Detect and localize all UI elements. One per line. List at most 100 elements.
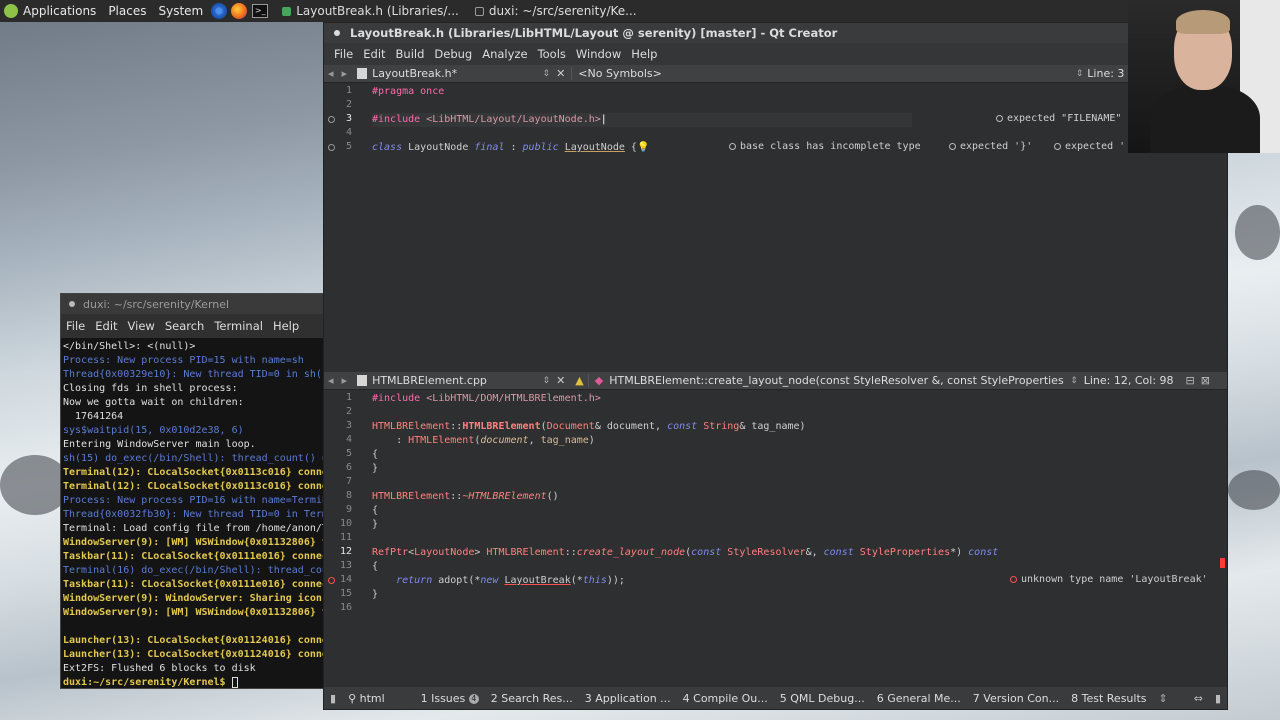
terminal-line: Thread{0x0032fb30}: New thread TID=0 in … <box>63 509 329 520</box>
menu-help[interactable]: Help <box>631 47 657 61</box>
line-number: 1 <box>345 392 352 403</box>
terminal-line: Terminal(12): CLocalSocket{0x0113c016} c… <box>63 481 329 492</box>
terminal-menu-terminal[interactable]: Terminal <box>214 319 263 333</box>
bottom-editor-toolbar: ◂ ▸ HTMLBRElement.cpp ⇕ ✕ ▲ ◆ HTMLBRElem… <box>324 372 1227 390</box>
terminal-launcher-icon[interactable]: >_ <box>252 4 269 18</box>
terminal-line: Taskbar(11): CLocalSocket{0x0111e016} co… <box>63 551 329 562</box>
window-menu-icon[interactable] <box>69 301 75 307</box>
terminal-titlebar[interactable]: duxi: ~/src/serenity/Kernel <box>61 294 329 314</box>
more-panes-arrows-icon[interactable]: ⇕ <box>1153 692 1174 705</box>
menu-tools[interactable]: Tools <box>538 47 566 61</box>
terminal-menu-view[interactable]: View <box>128 319 155 333</box>
diagnostic-expected-brace[interactable]: expected '}' <box>949 141 1032 152</box>
terminal-line: Entering WindowServer main loop. <box>63 439 256 450</box>
line-col-indicator[interactable]: Line: 12, Col: 98 <box>1078 374 1174 387</box>
top-panel: Applications Places System >_ LayoutBrea… <box>0 0 1280 22</box>
terminal-line: WindowServer(9): [WM] WSWindow{0x0113280… <box>63 607 329 618</box>
qtcreator-window[interactable]: LayoutBreak.h (Libraries/LibHTML/Layout … <box>323 22 1228 710</box>
menu-build[interactable]: Build <box>396 47 425 61</box>
terminal-menu-search[interactable]: Search <box>165 319 205 333</box>
terminal-menu-edit[interactable]: Edit <box>95 319 117 333</box>
close-split-icon[interactable]: ⊠ <box>1195 374 1210 387</box>
symbols-select[interactable]: ◆ HTMLBRElement::create_layout_node(cons… <box>587 374 1078 387</box>
top-editor-toolbar: ◂ ▸ LayoutBreak.h* ⇕ ✕ <No Symbols> ⇕ Li… <box>324 65 1227 83</box>
chromium-icon[interactable] <box>211 3 228 19</box>
terminal-line: Terminal(12): CLocalSocket{0x0113c016} c… <box>63 467 329 478</box>
menu-analyze[interactable]: Analyze <box>482 47 527 61</box>
firefox-icon[interactable] <box>231 3 248 19</box>
line-number: 16 <box>339 602 352 613</box>
terminal-line: Process: New process PID=15 with name=sh <box>63 355 304 366</box>
terminal-line: Thread{0x00329e10}: New thread TID=0 in … <box>63 369 329 380</box>
forward-arrow-icon[interactable]: ▸ <box>338 374 352 387</box>
terminal-line: Process: New process PID=16 with name=Te… <box>63 495 329 506</box>
code-line: return adopt(*new LayoutBreak(*this)); <box>396 575 625 586</box>
terminal-line: Terminal: Load config file from /home/an… <box>63 523 329 534</box>
pane-application-output[interactable]: 3 Application ... <box>579 692 677 705</box>
maximize-pane-icon[interactable]: ⇔ <box>1188 692 1209 705</box>
terminal-menu-file[interactable]: File <box>66 319 85 333</box>
terminal-line: WindowServer(9): WindowServer: Sharing i… <box>63 593 322 604</box>
terminal-window[interactable]: duxi: ~/src/serenity/Kernel File Edit Vi… <box>60 293 330 689</box>
open-documents-select[interactable]: LayoutBreak.h* ⇕ <box>372 67 550 80</box>
applications-menu[interactable]: Applications <box>0 0 102 22</box>
function-icon: ◆ <box>594 374 604 387</box>
select-arrows-icon: ⇕ <box>1075 68 1084 79</box>
back-arrow-icon[interactable]: ◂ <box>324 67 338 80</box>
line-number-gutter[interactable]: 1 2 3 4 5 6 7 8 9 10 11 12 13 14 15 16 <box>324 390 370 684</box>
pane-general-messages[interactable]: 6 General Me... <box>871 692 967 705</box>
open-documents-select[interactable]: HTMLBRElement.cpp ⇕ <box>372 374 550 387</box>
pane-version-control[interactable]: 7 Version Con... <box>967 692 1065 705</box>
taskbar-item-terminal[interactable]: duxi: ~/src/serenity/Ke... <box>467 0 645 22</box>
error-icon <box>1010 575 1017 583</box>
locator-input[interactable]: ⚲ html <box>342 692 415 705</box>
qtcreator-titlebar[interactable]: LayoutBreak.h (Libraries/LibHTML/Layout … <box>324 23 1227 43</box>
line-number: 3 <box>345 420 352 431</box>
pane-search-results[interactable]: 2 Search Res... <box>485 692 579 705</box>
menu-window[interactable]: Window <box>576 47 621 61</box>
terminal-menu-help[interactable]: Help <box>273 319 299 333</box>
line-number: 2 <box>345 406 352 417</box>
diagnostic-incomplete-type[interactable]: base class has incomplete type <box>729 141 921 152</box>
pane-compile-output[interactable]: 4 Compile Ou... <box>677 692 774 705</box>
diagnostic-expected-filename[interactable]: expected "FILENAME" <box>996 113 1121 124</box>
symbols-select[interactable]: <No Symbols> ⇕ <box>571 67 1083 80</box>
line-number: 1 <box>345 85 352 96</box>
taskbar-item-qtcreator[interactable]: LayoutBreak.h (Libraries/... <box>274 0 467 22</box>
toggle-right-sidebar-icon[interactable]: ▮ <box>1209 692 1227 705</box>
line-number: 11 <box>339 532 352 543</box>
forward-arrow-icon[interactable]: ▸ <box>338 67 352 80</box>
terminal-line: Launcher(13): CLocalSocket{0x01124016} c… <box>63 635 329 646</box>
scrollbar-error-marker[interactable] <box>1220 558 1225 568</box>
person-hair <box>1176 10 1230 34</box>
select-arrows-icon: ⇕ <box>542 375 551 386</box>
line-number-gutter[interactable]: 1 2 3 4 5 <box>324 83 370 372</box>
terminal-output[interactable]: </bin/Shell>: <(null)> Process: New proce… <box>61 338 329 692</box>
qtcreator-menubar: File Edit Build Debug Analyze Tools Wind… <box>324 43 1227 65</box>
pane-issues[interactable]: 1 Issues 4 <box>415 692 485 705</box>
menu-file[interactable]: File <box>334 47 353 61</box>
menu-debug[interactable]: Debug <box>434 47 472 61</box>
places-menu[interactable]: Places <box>102 0 152 22</box>
toggle-sidebar-icon[interactable]: ▮ <box>324 692 342 705</box>
close-document-icon[interactable]: ✕ <box>550 374 571 387</box>
bottom-code-editor[interactable]: 1 2 3 4 5 6 7 8 9 10 11 12 13 14 15 16 #include <LibHTM… <box>324 390 1227 684</box>
window-menu-icon[interactable] <box>334 30 340 36</box>
diagnostic-unknown-type[interactable]: unknown type name 'LayoutBreak' <box>1010 574 1208 585</box>
diagnostic-expected-quote[interactable]: expected ' <box>1054 141 1125 152</box>
terminal-line: Now we gotta wait on children: <box>63 397 244 408</box>
back-arrow-icon[interactable]: ◂ <box>324 374 338 387</box>
code-line: HTMLBRElement::~HTMLBRElement() <box>372 491 559 502</box>
select-arrows-icon: ⇕ <box>1070 375 1078 386</box>
system-menu[interactable]: System <box>152 0 209 22</box>
close-document-icon[interactable]: ✕ <box>550 67 571 80</box>
top-code-editor[interactable]: 1 2 3 4 5 #pragma once #include <LibHTML… <box>324 83 1227 372</box>
split-icon[interactable]: ⊟ <box>1174 374 1195 387</box>
pane-qml-debugger[interactable]: 5 QML Debug... <box>774 692 871 705</box>
warning-icon <box>1054 142 1061 150</box>
error-marker-icon <box>328 577 335 584</box>
pane-test-results[interactable]: 8 Test Results <box>1065 692 1152 705</box>
line-col-indicator[interactable]: Line: 3 <box>1083 67 1124 80</box>
menu-edit[interactable]: Edit <box>363 47 385 61</box>
window-icon <box>282 6 292 16</box>
